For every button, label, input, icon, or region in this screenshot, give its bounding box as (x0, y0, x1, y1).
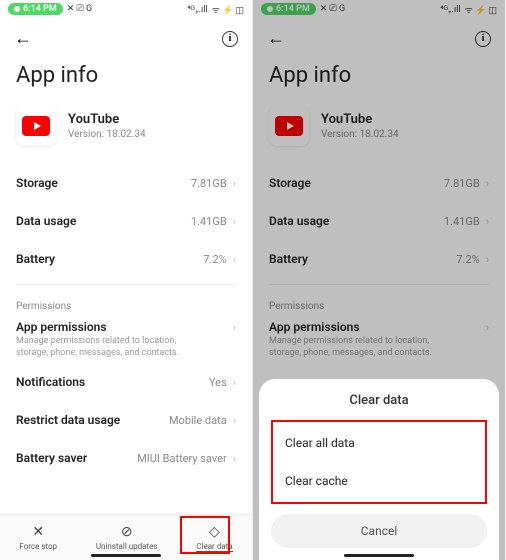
battery-value: 7.2% (203, 253, 226, 266)
storage-label: Storage (269, 176, 311, 190)
saver-label: Battery saver (16, 451, 87, 465)
row-battery-saver[interactable]: Battery saver MIUI Battery saver › (0, 439, 252, 477)
prohibit-icon: ⊘ (121, 524, 133, 540)
recording-pill[interactable]: 6:14 PM (8, 3, 63, 15)
info-icon[interactable]: i (222, 31, 238, 47)
status-icons-left: ✕ ⎚ G (320, 4, 345, 14)
app-permissions-label: App permissions (16, 320, 107, 334)
app-name: YouTube (68, 112, 146, 127)
uninstall-updates-button[interactable]: ⊘Uninstall updates (96, 524, 158, 551)
data-usage-value: 1.41GB (191, 215, 227, 228)
notifications-label: Notifications (16, 375, 85, 389)
page-title: App info (253, 55, 505, 106)
chevron-right-icon: › (233, 321, 236, 334)
clear-data-sheet: Clear data Clear all data Clear cache Ca… (259, 379, 499, 560)
nav-pill[interactable] (91, 554, 161, 557)
chevron-right-icon: › (233, 215, 236, 228)
row-app-permissions[interactable]: App permissions › (0, 316, 252, 336)
data-usage-label: Data usage (269, 214, 329, 228)
row-restrict-data[interactable]: Restrict data usage Mobile data › (0, 401, 252, 439)
status-icons-right: ᯤ ⚡ ◫ (465, 3, 497, 16)
row-storage[interactable]: Storage 7.81GB › (253, 164, 505, 202)
app-name: YouTube (321, 112, 399, 127)
status-icons-right: ᯤ ⚡ ◫ (212, 3, 244, 16)
app-version: Version: 18.02.34 (68, 129, 146, 140)
clear-all-data-option[interactable]: Clear all data (277, 424, 481, 462)
battery-label: Battery (16, 252, 55, 266)
app-permissions-desc: Manage permissions related to location, … (0, 336, 200, 363)
youtube-icon (16, 106, 56, 146)
sheet-title: Clear data (271, 393, 487, 408)
chevron-right-icon: › (233, 376, 236, 389)
app-header: YouTube Version: 18.02.34 (253, 106, 505, 164)
signal-icon: ⁴ᴳ₊.ıll (187, 4, 207, 15)
battery-label: Battery (269, 252, 308, 266)
chevron-right-icon: › (233, 253, 236, 266)
row-data-usage[interactable]: Data usage 1.41GB › (0, 202, 252, 240)
info-icon[interactable]: i (475, 31, 491, 47)
data-usage-label: Data usage (16, 214, 76, 228)
app-permissions-label: App permissions (269, 320, 360, 334)
signal-icon: ⁴ᴳ₊.ıll (440, 4, 460, 15)
app-header: YouTube Version: 18.02.34 (0, 106, 252, 164)
battery-value: 7.2% (456, 253, 479, 266)
storage-value: 7.81GB (444, 177, 480, 190)
restrict-label: Restrict data usage (16, 413, 120, 427)
saver-value: MIUI Battery saver (137, 452, 226, 465)
row-battery[interactable]: Battery 7.2% › (253, 240, 505, 278)
cancel-button[interactable]: Cancel (271, 514, 487, 548)
row-storage[interactable]: Storage 7.81GB › (0, 164, 252, 202)
chevron-right-icon: › (233, 452, 236, 465)
row-notifications[interactable]: Notifications Yes › (0, 363, 252, 401)
back-icon[interactable]: ← (267, 28, 285, 49)
clear-data-button[interactable]: ◇Clear data (196, 524, 232, 552)
chevron-right-icon: › (233, 177, 236, 190)
row-battery[interactable]: Battery 7.2% › (0, 240, 252, 278)
status-bar: 6:14 PM ✕ ⎚ G ⁴ᴳ₊.ıll ᯤ ⚡ ◫ (0, 0, 252, 18)
youtube-icon (269, 106, 309, 146)
status-bar: 6:14 PM ✕ ⎚ G ⁴ᴳ₊.ıll ᯤ ⚡ ◫ (253, 0, 505, 18)
row-app-permissions[interactable]: App permissions › (253, 316, 505, 336)
restrict-value: Mobile data (169, 414, 227, 427)
app-version: Version: 18.02.34 (321, 129, 399, 140)
chevron-right-icon: › (486, 215, 489, 228)
permissions-section-label: Permissions (0, 291, 252, 316)
close-icon: ✕ (32, 524, 44, 540)
back-icon[interactable]: ← (14, 28, 32, 49)
screen-app-info: 6:14 PM ✕ ⎚ G ⁴ᴳ₊.ıll ᯤ ⚡ ◫ ← i App info… (0, 0, 253, 560)
storage-label: Storage (16, 176, 58, 190)
row-data-usage[interactable]: Data usage 1.41GB › (253, 202, 505, 240)
force-stop-button[interactable]: ✕Force stop (19, 524, 57, 551)
page-title: App info (0, 55, 252, 106)
storage-value: 7.81GB (191, 177, 227, 190)
status-icons-left: ✕ ⎚ G (67, 4, 92, 14)
permissions-section-label: Permissions (253, 291, 505, 316)
clear-cache-option[interactable]: Clear cache (277, 462, 481, 500)
chevron-right-icon: › (486, 321, 489, 334)
chevron-right-icon: › (486, 253, 489, 266)
highlight-annotation: Clear all data Clear cache (271, 420, 487, 504)
eraser-icon: ◇ (209, 524, 220, 540)
recording-pill[interactable]: 6:14 PM (261, 3, 316, 15)
notifications-value: Yes (209, 376, 227, 389)
chevron-right-icon: › (233, 414, 236, 427)
chevron-right-icon: › (486, 177, 489, 190)
nav-pill[interactable] (344, 554, 414, 557)
screen-clear-data-sheet: 6:14 PM ✕ ⎚ G ⁴ᴳ₊.ıll ᯤ ⚡ ◫ ← i App info… (253, 0, 506, 560)
app-permissions-desc: Manage permissions related to location, … (253, 336, 453, 363)
data-usage-value: 1.41GB (444, 215, 480, 228)
